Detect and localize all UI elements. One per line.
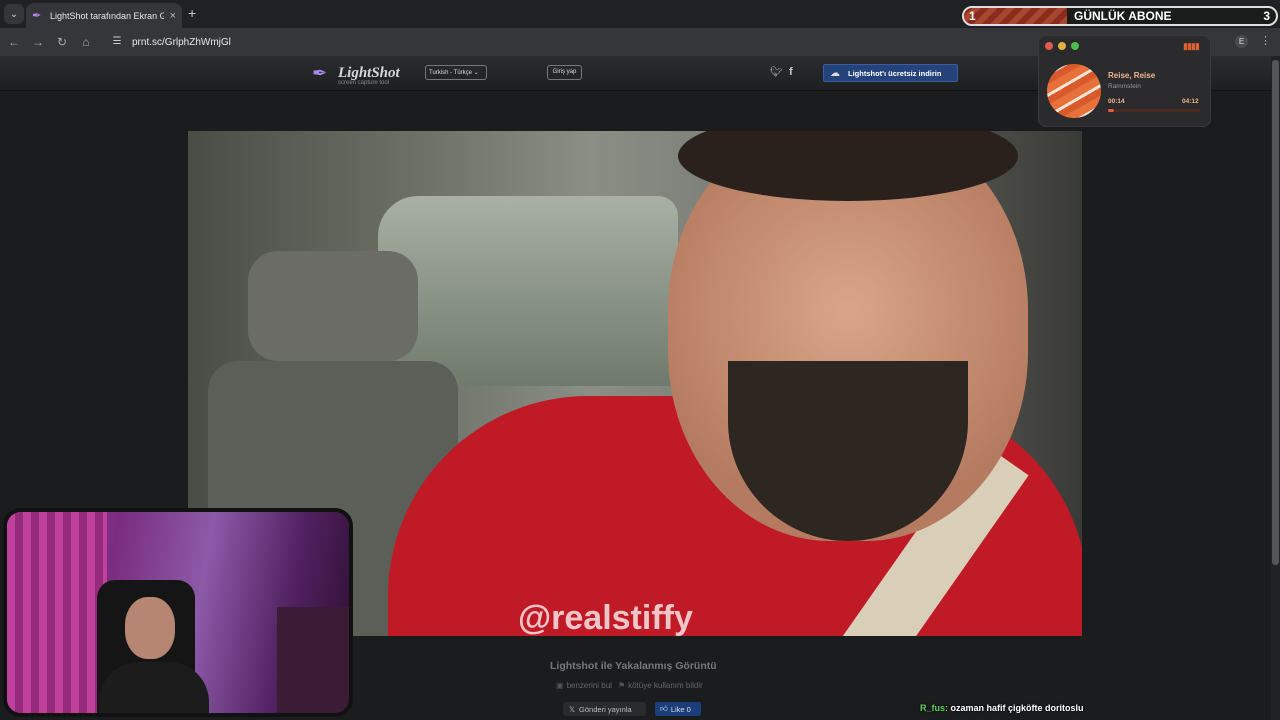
camera-icon: ▣ [556, 681, 564, 690]
login-button[interactable]: Giriş yap [547, 65, 582, 80]
now-playing-widget: ▮▮▮▮ Reise, Reise Rammstein 00:14 04:12 [1038, 35, 1211, 127]
logo-title: LightShot [338, 64, 400, 81]
time-current: 00:14 [1108, 98, 1125, 105]
scrollbar-thumb[interactable] [1272, 60, 1279, 565]
tweet-label: Gönderi yayınla [579, 704, 632, 714]
daily-sub-goal-overlay: 1 GÜNLÜK ABONE 3 [962, 6, 1278, 26]
song-progress-track [1108, 109, 1200, 112]
seat-headrest [248, 251, 418, 361]
song-title: Reise, Reise [1108, 71, 1156, 80]
profile-avatar[interactable]: E [1235, 35, 1248, 48]
streamer-body [99, 662, 209, 713]
plus-icon[interactable]: + [188, 5, 196, 21]
image-caption: Lightshot ile Yakalanmış Görüntü [550, 660, 717, 672]
lightshot-feather-icon: ✒ [32, 9, 42, 22]
find-similar-label: benzerini bul [566, 681, 612, 690]
sub-goal-target: 3 [1263, 9, 1270, 23]
sub-count: 1 [969, 9, 976, 23]
chat-message: R_fus: ozaman hafif çigköfte doritoslu [920, 703, 1084, 713]
report-abuse-link[interactable]: ⚑ kötüye kullanım bildir [618, 681, 703, 690]
reload-icon[interactable]: ↻ [54, 34, 70, 50]
thumbs-up-icon: 👍︎ [660, 704, 668, 713]
close-dot [1045, 42, 1053, 50]
close-icon[interactable]: × [170, 10, 176, 22]
back-arrow-icon[interactable]: ← [6, 34, 22, 50]
equalizer-icon: ▮▮▮▮ [1183, 41, 1200, 51]
twitter-icon[interactable]: 🐦︎ [770, 67, 783, 78]
site-settings-icon[interactable]: ☰ [110, 35, 124, 49]
image-watermark: @realstiffy [518, 599, 693, 636]
facebook-icon[interactable]: f [789, 66, 793, 78]
time-total: 04:12 [1182, 98, 1199, 105]
like-label: Like 0 [670, 704, 691, 714]
webcam-curtain [7, 512, 107, 713]
song-progress-fill [1108, 109, 1114, 112]
sub-goal-progress-fill [964, 8, 1067, 24]
album-art [1047, 64, 1101, 118]
menu-kebab-icon[interactable]: ⋮ [1260, 34, 1271, 47]
image-actions: ▣ benzerini bul ⚑ kötüye kullanım bildir [556, 681, 703, 690]
find-similar-link[interactable]: ▣ benzerini bul [556, 681, 612, 690]
chat-text: ozaman hafif çigköfte doritoslu [950, 703, 1084, 713]
browser-tab[interactable]: ✒ LightShot tarafından Ekran Görüntüsü × [26, 3, 182, 28]
report-abuse-label: kötüye kullanım bildir [628, 681, 703, 690]
lightshot-feather-icon: ✒ [312, 63, 328, 83]
song-artist: Rammstein [1108, 83, 1141, 90]
x-icon: 𝕏 [569, 704, 576, 714]
tab-search-chevron-down-icon[interactable]: ⌄ [4, 4, 24, 24]
sub-goal-label: GÜNLÜK ABONE [1074, 9, 1172, 23]
tab-title: LightShot tarafından Ekran Görüntüsü [50, 10, 164, 21]
language-label: Turkish - Türkçe [429, 70, 473, 76]
download-label: Lightshot'ı ücretsiz indirin [848, 68, 942, 78]
forward-arrow-icon[interactable]: → [30, 34, 46, 50]
facebook-like-button[interactable]: 👍︎ Like 0 [655, 702, 701, 716]
car-window [378, 196, 678, 386]
webcam-overlay [3, 508, 353, 717]
tweet-button[interactable]: 𝕏 Gönderi yayınla [563, 702, 646, 716]
window-controls [1045, 42, 1079, 50]
chat-username: R_fus: [920, 703, 949, 713]
lightshot-logo[interactable]: ✒ LightShot screen capture tool [312, 62, 400, 86]
webcam-shelf [277, 607, 349, 713]
url-text[interactable]: prnt.sc/GrlphZhWmjGl [132, 37, 231, 48]
flag-icon: ⚑ [617, 681, 626, 690]
maximize-dot [1071, 42, 1079, 50]
home-icon[interactable]: ⌂ [78, 34, 94, 50]
language-select[interactable]: Turkish - Türkçe ⌄ [425, 65, 487, 80]
cloud-download-icon: ☁ [830, 67, 840, 79]
download-button[interactable]: ☁ Lightshot'ı ücretsiz indirin [823, 64, 958, 82]
minimize-dot [1058, 42, 1066, 50]
streamer-head [125, 597, 175, 659]
logo-subtitle: screen capture tool [338, 80, 390, 86]
